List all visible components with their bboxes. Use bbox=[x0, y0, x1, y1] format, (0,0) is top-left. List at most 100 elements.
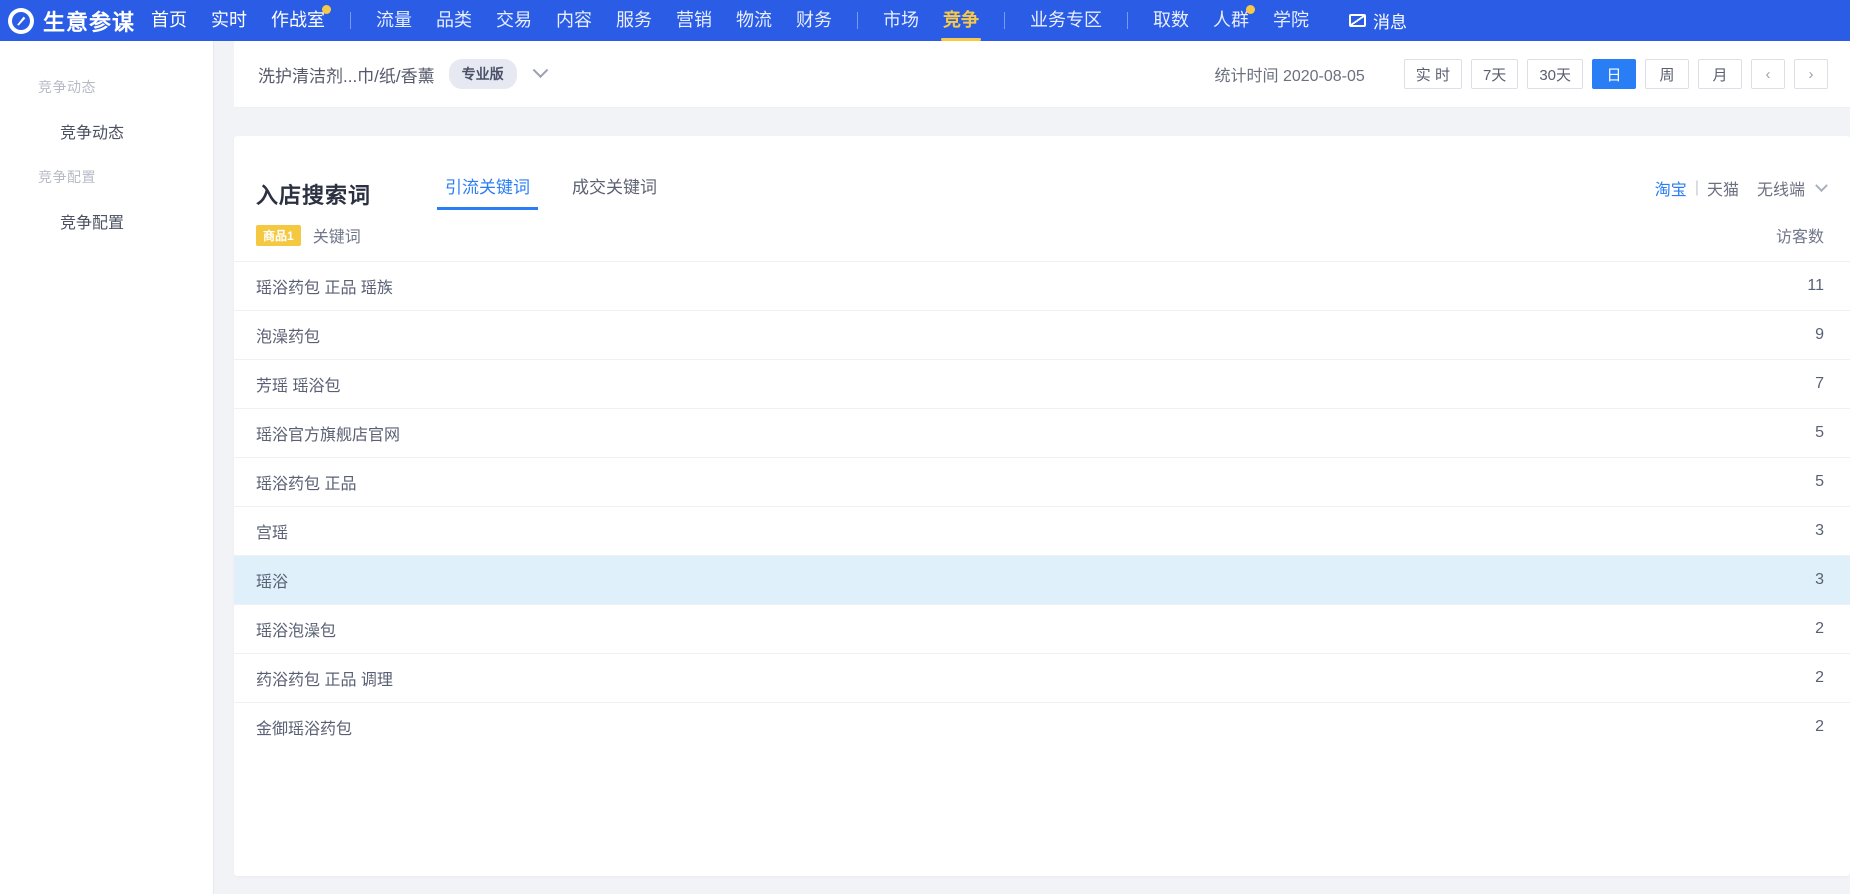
nav-item-warroom-label: 作战室 bbox=[271, 10, 326, 30]
nav-divider bbox=[857, 12, 859, 29]
range-button-7days[interactable]: 7天 bbox=[1470, 59, 1519, 89]
table-header-row: 商品1 关键词 访客数 bbox=[234, 210, 1850, 262]
category-selector-label[interactable]: 洗护清洁剂...巾/纸/香薰 bbox=[258, 62, 435, 87]
table-row[interactable]: 药浴药包 正品 调理 2 bbox=[234, 653, 1850, 703]
terminal-selector-label[interactable]: 无线端 bbox=[1757, 176, 1805, 200]
cell-visitors: 9 bbox=[1815, 326, 1824, 343]
nav-item-content[interactable]: 内容 bbox=[544, 0, 604, 41]
nav-item-finance-label: 财务 bbox=[796, 10, 833, 30]
cell-visitors: 3 bbox=[1815, 571, 1824, 588]
table-row[interactable]: 金御瑶浴药包 2 bbox=[234, 702, 1850, 752]
table-row[interactable]: 瑶浴官方旗舰店官网 5 bbox=[234, 408, 1850, 458]
sidebar-item-competition-dynamics-label: 竞争动态 bbox=[60, 125, 125, 142]
platform-option-tmall[interactable]: 天猫 bbox=[1707, 176, 1739, 200]
granularity-button-month[interactable]: 月 bbox=[1698, 59, 1742, 89]
notification-dot-icon bbox=[1246, 5, 1256, 14]
nav-item-marketing[interactable]: 营销 bbox=[664, 0, 724, 41]
nav-item-traffic[interactable]: 流量 bbox=[364, 0, 424, 41]
cell-visitors: 2 bbox=[1815, 669, 1824, 686]
nav-divider bbox=[350, 12, 352, 29]
platform-option-taobao[interactable]: 淘宝 bbox=[1655, 176, 1687, 200]
cell-keyword: 瑶浴官方旗舰店官网 bbox=[256, 427, 401, 444]
sidebar-item-competition-config[interactable]: 竞争配置 bbox=[0, 199, 213, 243]
nav-item-service[interactable]: 服务 bbox=[604, 0, 664, 41]
table-header: 商品1 关键词 访客数 bbox=[234, 210, 1850, 262]
nav-item-data-fetch-label: 取数 bbox=[1153, 10, 1190, 30]
filter-bar: 洗护清洁剂...巾/纸/香薰 专业版 统计时间 2020-08-05 实 时 7… bbox=[234, 41, 1850, 108]
table-row[interactable]: 宫瑶 3 bbox=[234, 506, 1850, 556]
nav-item-business-zone[interactable]: 业务专区 bbox=[1018, 0, 1114, 41]
nav-item-market[interactable]: 市场 bbox=[871, 0, 931, 41]
nav-message-entry[interactable]: 消息 bbox=[1349, 8, 1407, 33]
chevron-right-icon[interactable]: › bbox=[1794, 59, 1828, 89]
brand-name: 生意参谋 bbox=[43, 9, 136, 35]
table-row[interactable]: 瑶浴 3 bbox=[234, 555, 1850, 605]
nav-item-home[interactable]: 首页 bbox=[139, 0, 199, 41]
granularity-button-week[interactable]: 周 bbox=[1645, 59, 1689, 89]
nav-item-logistics-label: 物流 bbox=[736, 10, 773, 30]
sidebar-item-competition-dynamics[interactable]: 竞争动态 bbox=[0, 109, 213, 153]
nav-item-finance[interactable]: 财务 bbox=[784, 0, 844, 41]
nav-item-home-label: 首页 bbox=[151, 10, 188, 30]
platform-divider: | bbox=[1694, 179, 1699, 196]
nav-item-transaction-label: 交易 bbox=[496, 10, 533, 30]
date-range-button-group: 实 时 7天 30天 日 周 月 ‹ › bbox=[1395, 59, 1828, 89]
range-button-30days[interactable]: 30天 bbox=[1527, 59, 1583, 89]
envelope-icon bbox=[1349, 14, 1367, 27]
nav-item-category[interactable]: 品类 bbox=[424, 0, 484, 41]
table-row[interactable]: 瑶浴药包 正品 5 bbox=[234, 457, 1850, 507]
nav-item-data-fetch[interactable]: 取数 bbox=[1141, 0, 1201, 41]
page-shell: 竞争动态 竞争动态 竞争配置 竞争配置 洗护清洁剂...巾/纸/香薰 专业版 统… bbox=[0, 41, 1850, 894]
nav-item-competition[interactable]: 竞争 bbox=[931, 0, 991, 41]
card-tabs: 引流关键词 成交关键词 bbox=[437, 173, 691, 210]
page-title: 入店搜索词 bbox=[256, 183, 372, 208]
nav-item-traffic-label: 流量 bbox=[376, 10, 413, 30]
tab-traffic-keywords[interactable]: 引流关键词 bbox=[437, 173, 539, 210]
granularity-button-day[interactable]: 日 bbox=[1592, 59, 1636, 89]
cell-keyword: 芳瑶 瑶浴包 bbox=[256, 378, 341, 395]
range-button-realtime[interactable]: 实 时 bbox=[1403, 59, 1462, 89]
nav-item-category-label: 品类 bbox=[436, 10, 473, 30]
cell-keyword: 瑶浴药包 正品 bbox=[256, 476, 357, 493]
column-header-visitors: 访客数 bbox=[1775, 229, 1824, 246]
cell-keyword: 瑶浴药包 正品 瑶族 bbox=[256, 280, 393, 297]
chevron-left-icon[interactable]: ‹ bbox=[1751, 59, 1785, 89]
nav-item-logistics[interactable]: 物流 bbox=[724, 0, 784, 41]
nav-item-business-zone-label: 业务专区 bbox=[1030, 10, 1103, 30]
nav-item-warroom[interactable]: 作战室 bbox=[259, 0, 337, 41]
nav-item-realtime[interactable]: 实时 bbox=[199, 0, 259, 41]
nav-item-transaction[interactable]: 交易 bbox=[484, 0, 544, 41]
search-terms-card: 入店搜索词 引流关键词 成交关键词 淘宝 | 天猫 无线端 商品1 关键词 访客… bbox=[234, 136, 1850, 876]
sidebar-group-title-dynamics: 竞争动态 bbox=[38, 79, 96, 95]
table-row[interactable]: 芳瑶 瑶浴包 7 bbox=[234, 359, 1850, 409]
nav-item-realtime-label: 实时 bbox=[211, 10, 248, 30]
cell-keyword: 宫瑶 bbox=[256, 525, 289, 542]
cell-keyword: 金御瑶浴药包 bbox=[256, 721, 353, 739]
version-badge: 专业版 bbox=[448, 59, 517, 89]
table-row[interactable]: 泡澡药包 9 bbox=[234, 310, 1850, 360]
cell-visitors: 5 bbox=[1815, 473, 1824, 490]
compass-pen-icon bbox=[8, 7, 34, 34]
table-row[interactable]: 瑶浴药包 正品 瑶族 11 bbox=[234, 261, 1850, 311]
nav-market-group: 市场 竞争 bbox=[871, 0, 991, 41]
chevron-down-icon[interactable] bbox=[532, 61, 548, 78]
nav-item-crowd[interactable]: 人群 bbox=[1201, 0, 1261, 41]
nav-item-academy[interactable]: 学院 bbox=[1261, 0, 1321, 41]
card-header: 入店搜索词 引流关键词 成交关键词 淘宝 | 天猫 无线端 bbox=[234, 136, 1850, 210]
nav-item-academy-label: 学院 bbox=[1273, 10, 1310, 30]
table-body: 瑶浴药包 正品 瑶族 11 泡澡药包 9 芳瑶 瑶浴包 7 瑶浴官方旗舰店官网 … bbox=[234, 261, 1850, 752]
tab-transaction-keywords[interactable]: 成交关键词 bbox=[564, 173, 665, 210]
cell-visitors: 11 bbox=[1807, 277, 1824, 294]
platform-filter: 淘宝 | 天猫 无线端 bbox=[1655, 176, 1828, 210]
nav-primary-group: 首页 实时 作战室 bbox=[139, 0, 337, 41]
chevron-down-icon[interactable] bbox=[1815, 178, 1828, 192]
brand-logo[interactable]: 生意参谋 bbox=[0, 5, 139, 37]
nav-zone-group: 业务专区 bbox=[1018, 0, 1114, 41]
cell-keyword: 瑶浴 bbox=[256, 574, 289, 591]
cell-visitors: 2 bbox=[1815, 718, 1824, 736]
stat-time-label: 统计时间 2020-08-05 bbox=[1214, 68, 1365, 85]
cell-keyword: 药浴药包 正品 调理 bbox=[256, 672, 393, 689]
nav-tool-group: 取数 人群 学院 bbox=[1141, 0, 1321, 41]
table-row[interactable]: 瑶浴泡澡包 2 bbox=[234, 604, 1850, 654]
sidebar-item-competition-config-label: 竞争配置 bbox=[60, 215, 125, 232]
